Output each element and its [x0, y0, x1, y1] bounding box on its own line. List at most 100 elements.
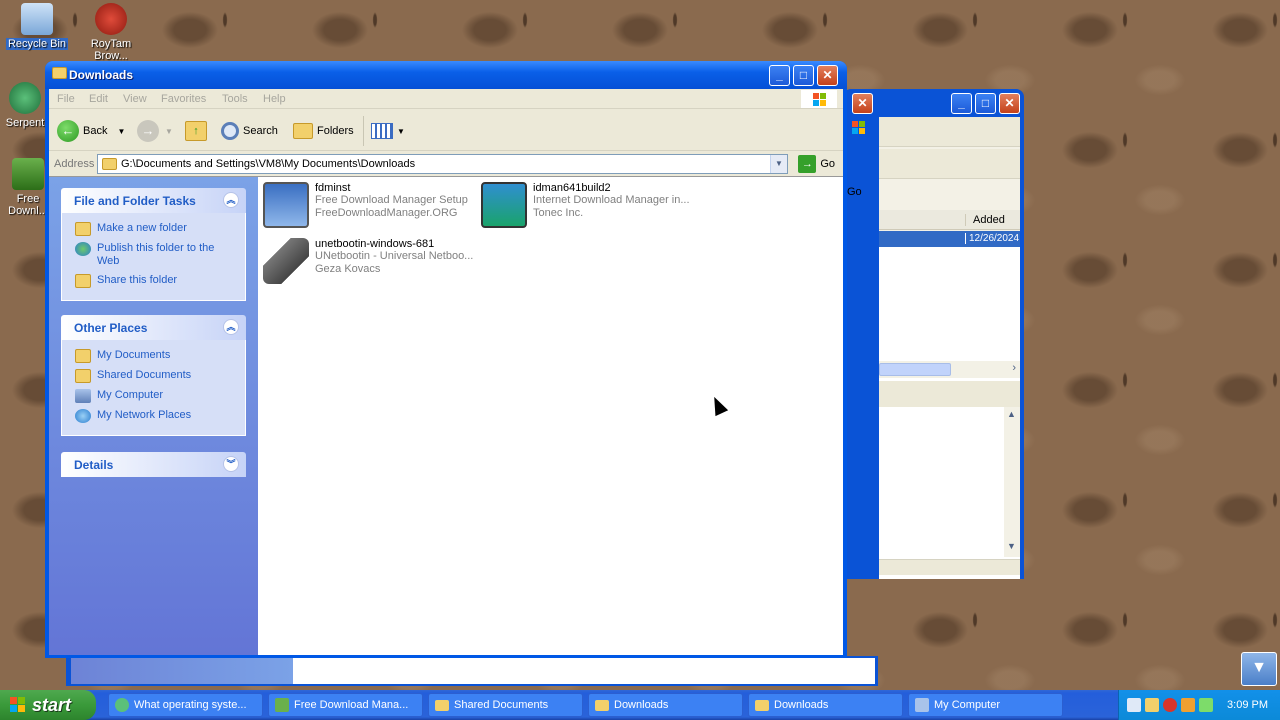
horizontal-scrollbar[interactable]: ›	[879, 361, 1020, 378]
panel-header[interactable]: Details ︾	[61, 452, 246, 477]
place-my-computer[interactable]: My Computer	[75, 389, 245, 403]
my-documents-icon	[75, 349, 91, 363]
menu-tools[interactable]: Tools	[222, 93, 248, 105]
start-label: start	[32, 694, 72, 715]
address-input[interactable]: G:\Documents and Settings\VM8\My Documen…	[97, 154, 788, 174]
panel-title: Other Places	[74, 321, 148, 335]
browser-icon	[95, 3, 127, 35]
task-publish-folder[interactable]: Publish this folder to the Web	[75, 242, 245, 268]
back-button[interactable]: ← Back ▼	[57, 119, 125, 143]
folder-icon	[435, 699, 449, 711]
file-item[interactable]: fdminst Free Download Manager Setup Free…	[263, 182, 468, 228]
maximize-icon[interactable]: □	[975, 93, 996, 114]
taskbar-button[interactable]: My Computer	[908, 693, 1063, 717]
up-button[interactable]: ↑	[185, 119, 207, 143]
taskbar-button-label: Shared Documents	[454, 699, 549, 711]
background-window-bottom	[66, 656, 878, 686]
show-desktop-icon[interactable]: ▼	[1241, 652, 1277, 686]
menu-bar: File Edit View Favorites Tools Help	[49, 89, 843, 109]
clock[interactable]: 3:09 PM	[1227, 699, 1268, 711]
taskbar-button[interactable]: Downloads	[588, 693, 743, 717]
file-item[interactable]: unetbootin-windows-681 UNetbootin - Univ…	[263, 238, 473, 284]
taskbar-button-label: Free Download Mana...	[294, 699, 409, 711]
menu-view[interactable]: View	[123, 93, 147, 105]
close-icon[interactable]: ✕	[852, 93, 873, 114]
views-button[interactable]: ▼	[371, 119, 405, 143]
desktop-icon-recycle-bin[interactable]: Recycle Bin	[0, 3, 74, 50]
go-label[interactable]: Go	[847, 186, 862, 198]
list-row[interactable]: 12/26/2024	[879, 231, 1020, 248]
chevron-down-icon: ▼	[165, 126, 173, 136]
folder-up-icon: ↑	[185, 121, 207, 141]
chevron-down-icon[interactable]: ▼	[117, 127, 125, 136]
vertical-scrollbar[interactable]: ▲ ▼	[1004, 407, 1020, 557]
place-shared-documents[interactable]: Shared Documents	[75, 369, 245, 383]
row-date: 12/26/2024	[965, 233, 1019, 244]
folder-icon	[595, 699, 609, 711]
desktop-icon-label: RoyTam Brow...	[90, 38, 132, 61]
menu-edit[interactable]: Edit	[89, 93, 108, 105]
my-computer-icon	[75, 389, 91, 403]
serpent-icon	[9, 82, 41, 114]
taskbar-button[interactable]: Free Download Mana...	[268, 693, 423, 717]
network-icon[interactable]	[1127, 698, 1141, 712]
folders-button[interactable]: Folders	[293, 119, 354, 143]
taskbar-button[interactable]: Shared Documents	[428, 693, 583, 717]
taskbar-button-label: Downloads	[614, 699, 669, 711]
address-bar: Address G:\Documents and Settings\VM8\My…	[49, 152, 843, 176]
task-label: Publish this folder to the Web	[97, 242, 215, 267]
security-shield-icon[interactable]	[1163, 698, 1177, 712]
taskbar-button[interactable]: What operating syste...	[108, 693, 263, 717]
place-my-network-places[interactable]: My Network Places	[75, 409, 245, 423]
panel-header[interactable]: File and Folder Tasks ︽	[61, 188, 246, 213]
file-description: Internet Download Manager in...	[533, 194, 690, 206]
windows-logo-icon	[801, 90, 837, 108]
maximize-button[interactable]: □	[793, 65, 814, 86]
downloads-window[interactable]: Downloads _ □ ✕ File Edit View Favorites…	[45, 61, 847, 658]
my-computer-icon	[915, 698, 929, 712]
toolbar: ← Back ▼ → ▼ ↑ Search Folders ▼	[49, 110, 843, 151]
start-button[interactable]: start	[0, 690, 96, 720]
desktop-icon-roytam-browser[interactable]: RoyTam Brow...	[74, 3, 148, 61]
safely-remove-icon[interactable]	[1199, 698, 1213, 712]
tray-app-icon[interactable]	[1145, 698, 1159, 712]
title-bar[interactable]: Downloads _ □ ✕	[45, 61, 847, 89]
desktop-icon-label: Serpent	[5, 117, 45, 129]
expand-icon[interactable]: ︾	[223, 456, 239, 472]
collapse-icon[interactable]: ︽	[223, 192, 239, 208]
panel-header[interactable]: Other Places ︽	[61, 315, 246, 340]
views-icon	[371, 123, 393, 139]
scroll-up-icon[interactable]: ▲	[1007, 409, 1016, 419]
details-panel: Details ︾	[61, 452, 246, 477]
task-share-folder[interactable]: Share this folder	[75, 274, 245, 288]
tray-app-icon[interactable]	[1181, 698, 1195, 712]
place-label: Shared Documents	[97, 369, 192, 381]
task-make-new-folder[interactable]: Make a new folder	[75, 222, 245, 236]
place-my-documents[interactable]: My Documents	[75, 349, 245, 363]
address-path: G:\Documents and Settings\VM8\My Documen…	[121, 158, 416, 170]
close-button[interactable]: ✕	[817, 65, 838, 86]
taskbar-button[interactable]: Downloads	[748, 693, 903, 717]
menu-help[interactable]: Help	[263, 93, 286, 105]
folder-icon	[755, 699, 769, 711]
menu-favorites[interactable]: Favorites	[161, 93, 206, 105]
menu-file[interactable]: File	[57, 93, 75, 105]
go-button[interactable]: → Go	[798, 155, 835, 173]
file-folder-tasks-panel: File and Folder Tasks ︽ Make a new folde…	[61, 188, 246, 301]
file-item[interactable]: idman641build2 Internet Download Manager…	[481, 182, 690, 228]
forward-button[interactable]: → ▼	[137, 119, 173, 143]
minimize-button[interactable]: _	[769, 65, 790, 86]
chevron-down-icon[interactable]: ▼	[770, 155, 787, 173]
file-name: unetbootin-windows-681	[315, 238, 435, 250]
background-window[interactable]: _ □ ✕ ✕ Go Added 12/26/2024 › ▲ ▼	[843, 89, 1024, 579]
search-label: Search	[243, 125, 278, 137]
search-button[interactable]: Search	[221, 119, 278, 143]
folders-label: Folders	[317, 125, 354, 137]
back-arrow-icon: ←	[57, 120, 79, 142]
scroll-down-icon[interactable]: ▼	[1007, 541, 1016, 551]
close-icon[interactable]: ✕	[999, 93, 1020, 114]
scroll-right-icon[interactable]: ›	[1012, 362, 1016, 374]
column-header-added[interactable]: Added	[965, 214, 1005, 226]
minimize-icon[interactable]: _	[951, 93, 972, 114]
collapse-icon[interactable]: ︽	[223, 319, 239, 335]
